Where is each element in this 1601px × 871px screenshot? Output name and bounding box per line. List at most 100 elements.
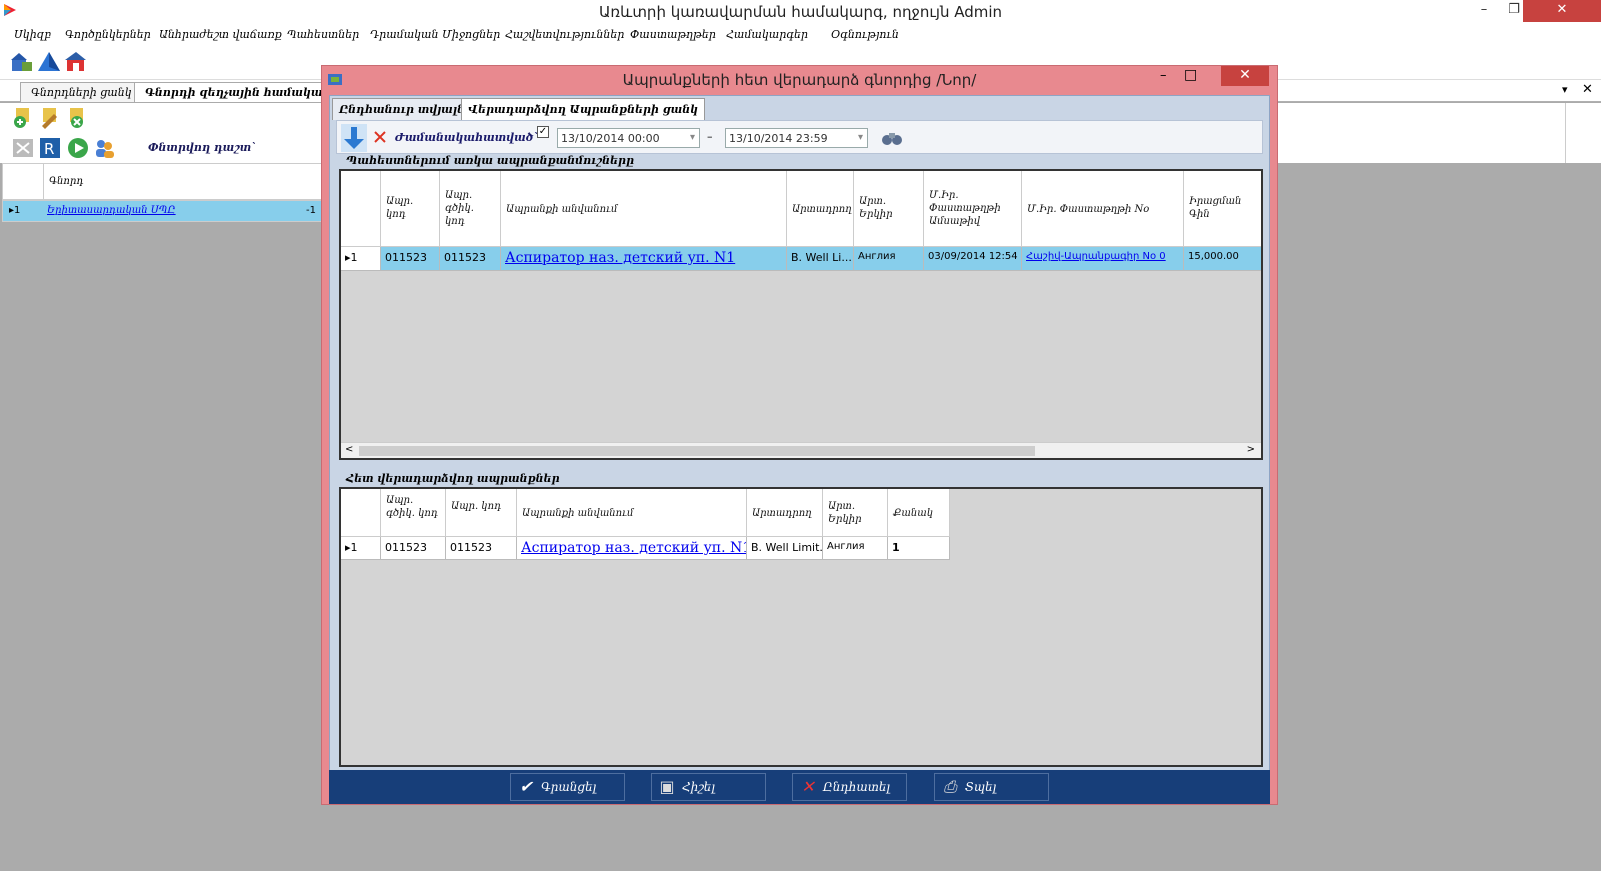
cell-name[interactable]: Аспиратор наз. детский уп. N1 [501, 247, 787, 271]
date-to-value: 13/10/2014 23:59 [729, 132, 828, 145]
menu-sales[interactable]: Անհրաժեշտ վաճառք [159, 28, 282, 41]
col-header-price[interactable]: Իրացման Գին [1184, 171, 1261, 247]
cancel-button-label: Ընդհատել [823, 780, 891, 794]
app-title: Առևտրի կառավարման համակարգ, ողջույն Admi… [598, 3, 1003, 21]
col-header-doc-date[interactable]: Մ.Իր. Փաստաթղթի Ամսաթիվ [924, 171, 1022, 247]
col-header-country[interactable]: Արտ. Երկիր [823, 489, 888, 537]
menu-partners[interactable]: Գործընկերներ [65, 28, 151, 41]
dialog-maximize-button[interactable]: □ [1184, 67, 1197, 83]
customer-link[interactable]: Երիտասարդական ՍՊԸ [47, 205, 176, 216]
col-header-country[interactable]: Արտ. Երկիր [854, 171, 924, 247]
cell-code[interactable]: 011523 [381, 247, 440, 271]
cancel-x-icon: ✕ [801, 777, 815, 796]
horizontal-scrollbar[interactable]: < > [341, 442, 1261, 458]
doc-link[interactable]: Հաշիվ-Ապրանքագիր No 0 [1026, 251, 1166, 262]
tab-customer-discount[interactable]: Գնորդի զեղչային համակարգ [134, 82, 350, 102]
tab-dropdown-icon[interactable]: ▾ [1562, 83, 1568, 96]
cell-country[interactable]: Англия [823, 537, 888, 560]
search-field-label: Փնտրվող դաշտ` [148, 141, 257, 154]
cell-price[interactable]: 15,000.00 [1184, 247, 1261, 271]
col-header-name[interactable]: Ապրանքի անվանում [517, 489, 747, 537]
tab-close-icon[interactable]: ✕ [1582, 82, 1593, 97]
product-link[interactable]: Аспиратор наз. детский уп. N1 [521, 540, 746, 556]
col-header-qty[interactable]: Քանակ [888, 489, 950, 537]
cell-qty[interactable]: 1 [888, 537, 950, 560]
menu-bar: Սկիզբ Գործընկերներ Անհրաժեշտ վաճառք Պահե… [0, 24, 1601, 46]
menu-help[interactable]: Օգնություն [831, 28, 899, 41]
write-button[interactable]: ▣ Հիշել [651, 773, 766, 801]
cell-barcode[interactable]: 011523 [381, 537, 446, 560]
col-header-barcode[interactable]: Ապր. գծիկ. կոդ [381, 489, 446, 537]
svg-text:R: R [44, 140, 54, 158]
save-button-label: Գրանցել [541, 780, 597, 794]
grid-corner [341, 171, 381, 247]
tab-customers-list[interactable]: Գնորդների ցանկ [20, 82, 143, 102]
col-header-name[interactable]: Ապրանքի անվանում [501, 171, 787, 247]
dialog-minimize-button[interactable]: – [1160, 68, 1167, 83]
warehouse-icon[interactable] [10, 50, 34, 74]
menu-systems[interactable]: Համակարգեր [726, 28, 808, 41]
menu-warehouses[interactable]: Պահեստներ [287, 28, 359, 41]
cell-name[interactable]: Аспиратор наз. детский уп. N1 [517, 537, 747, 560]
download-arrow-icon[interactable] [341, 124, 367, 152]
product-link[interactable]: Аспиратор наз. детский уп. N1 [505, 250, 735, 266]
refresh-icon[interactable]: R [38, 136, 62, 160]
cell-maker[interactable]: B. Well Li... [787, 247, 854, 271]
col-header-code[interactable]: Ապր. կոդ [381, 171, 440, 247]
minimize-button[interactable]: – [1470, 0, 1498, 22]
table-row[interactable]: ▸1 Երիտասարդական ՍՊԸ -1 [2, 200, 322, 222]
delete-icon[interactable] [65, 106, 89, 130]
pyramid-icon[interactable] [37, 50, 61, 74]
menu-reports[interactable]: Հաշվետվություններ [505, 28, 624, 41]
dialog-button-bar: ✔ Գրանցել ▣ Հիշել ✕ Ընդհատել ⎙ Տպել [329, 770, 1270, 804]
save-button[interactable]: ✔ Գրանցել [510, 773, 625, 801]
tab-returned-products[interactable]: Վերադարձվող Ապրանքների ցանկ [461, 98, 706, 120]
scroll-thumb[interactable] [359, 446, 1035, 456]
users-icon[interactable] [93, 136, 117, 160]
excel-icon[interactable] [11, 136, 35, 160]
cell-doc-date[interactable]: 03/09/2014 12:54 [924, 247, 1022, 271]
col-header-code[interactable]: Ապր. կոդ [446, 489, 517, 537]
cell-maker[interactable]: B. Well Limit... [747, 537, 823, 560]
top-section-title: Պահեստներում առկա ապրանքանմուշները [337, 154, 1264, 168]
calendar-dropdown-icon[interactable]: ▾ [690, 132, 695, 143]
col-header-maker[interactable]: Արտադրող [787, 171, 854, 247]
search-binoculars-icon[interactable] [880, 129, 904, 147]
grid-corner [341, 489, 381, 537]
add-icon[interactable] [11, 106, 35, 130]
stock-products-grid: Ապր. կոդ Ապր. գծիկ. կոդ Ապրանքի անվանում… [339, 169, 1263, 460]
col-header-doc-no[interactable]: Մ.Իր. Փաստաթղթի No [1022, 171, 1184, 247]
grid-divider [43, 164, 44, 201]
menu-documents[interactable]: Փաստաթղթեր [630, 28, 716, 41]
clear-icon[interactable] [373, 130, 387, 144]
play-icon[interactable] [66, 136, 90, 160]
dialog-title-bar: Ապրանքների հետ վերադարձ գնորդից /Նոր/ – … [322, 66, 1277, 94]
date-to-input[interactable]: 13/10/2014 23:59 ▾ [725, 128, 868, 148]
calendar-dropdown-icon[interactable]: ▾ [858, 132, 863, 143]
cell-barcode[interactable]: 011523 [440, 247, 501, 271]
cell-country[interactable]: Англия [854, 247, 924, 271]
menu-start[interactable]: Սկիզբ [14, 28, 51, 41]
right-panel-edge [1565, 103, 1601, 163]
menu-cash[interactable]: Դրամական Միջոցներ [370, 28, 500, 41]
printer-icon: ⎙ [943, 777, 957, 796]
cell-code[interactable]: 011523 [446, 537, 517, 560]
col-header-barcode[interactable]: Ապր. գծիկ. կոդ [440, 171, 501, 247]
edit-icon[interactable] [38, 106, 62, 130]
col-header-maker[interactable]: Արտադրող [747, 489, 823, 537]
print-button[interactable]: ⎙ Տպել [934, 773, 1049, 801]
period-filter-bar: Ժամանակահատված` ✓ 13/10/2014 00:00 ▾ – 1… [336, 120, 1263, 154]
cell-doc-no[interactable]: Հաշիվ-Ապրանքագիր No 0 [1022, 247, 1184, 271]
customers-grid: Գնորդ ▸1 Երիտասարդական ՍՊԸ -1 [2, 163, 322, 853]
close-button[interactable]: ✕ [1523, 0, 1601, 22]
dialog-close-button[interactable]: ✕ [1221, 66, 1269, 86]
scroll-left-icon[interactable]: < [345, 444, 353, 455]
date-from-input[interactable]: 13/10/2014 00:00 ▾ [557, 128, 700, 148]
dialog-title: Ապրանքների հետ վերադարձ գնորդից /Նոր/ [622, 71, 977, 89]
date-separator: – [707, 130, 713, 143]
grid-header-customer: Գնորդ [49, 176, 84, 187]
cancel-button[interactable]: ✕ Ընդհատել [792, 773, 907, 801]
period-checkbox[interactable]: ✓ [537, 126, 549, 138]
scroll-right-icon[interactable]: > [1247, 444, 1255, 455]
store-icon[interactable] [64, 50, 88, 74]
